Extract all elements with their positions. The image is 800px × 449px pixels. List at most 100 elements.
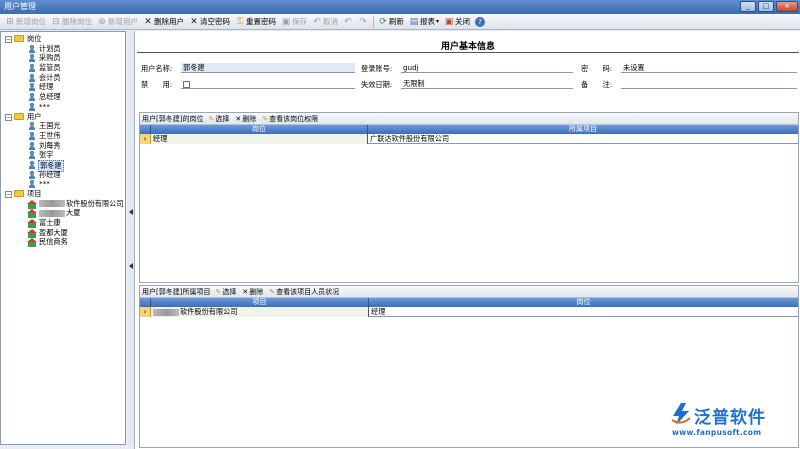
undo-button[interactable]: ↶ [341, 15, 356, 29]
select-post-button[interactable]: ✎ 选择 [205, 114, 232, 124]
person-icon [28, 64, 36, 73]
expiry-date-field[interactable]: 无限制 [401, 79, 573, 89]
person-icon [28, 54, 36, 63]
password-field[interactable]: 未设置 [621, 63, 797, 73]
cancel-button[interactable]: ↶ 取消 [310, 15, 341, 29]
row-indicator: › [140, 134, 151, 144]
delete-post-row-button[interactable]: ✕ 删除 [232, 114, 259, 124]
column-header-project[interactable]: 项目 [151, 298, 369, 307]
tree-node-users[interactable]: − 用户 [1, 112, 125, 122]
row-indicator: › [140, 307, 151, 317]
refresh-button[interactable]: ⟳ 刷新 [376, 15, 407, 29]
tree-node-label: 用户 [27, 111, 42, 121]
cell-project[interactable]: 软件股份有限公司 [151, 307, 369, 317]
table-row[interactable]: › 经理 广联达软件股份有限公司 [140, 134, 798, 144]
tree-node-user[interactable]: 刘每秀 [1, 141, 125, 151]
tree-node-user[interactable]: 王国光 [1, 121, 125, 131]
window-title: 用户管理 [4, 2, 36, 11]
tree-node-project[interactable]: 软件股份有限公司 [1, 199, 125, 209]
tree-node-projects[interactable]: − 项目 [1, 189, 125, 199]
cell-post[interactable]: 经理 [151, 134, 368, 144]
tree-node-user[interactable]: *** [1, 179, 125, 189]
add-post-button[interactable]: ⊞ 新增岗位 [3, 15, 49, 29]
person-icon [28, 122, 36, 131]
tree-node-label: 项目 [27, 189, 42, 198]
delete-post-button[interactable]: ⊟ 删除岗位 [49, 15, 95, 29]
maximize-button[interactable]: □ [758, 1, 774, 12]
login-account-field[interactable]: gudj [401, 63, 573, 73]
posts-grid-caption: 用户[郭冬建]的岗位 [142, 114, 204, 123]
tree-node-user-selected[interactable]: 郭冬建 [1, 159, 125, 172]
tree-node-posts[interactable]: − 岗位 [1, 34, 125, 44]
remark-label: 备 注: [581, 80, 613, 89]
logo-url: www.fanpusoft.com [672, 428, 762, 437]
column-header-project[interactable]: 所属项目 [368, 125, 798, 134]
cell-post[interactable]: 经理 [369, 307, 798, 317]
tree-node-project[interactable]: 富士康 [1, 218, 125, 229]
redacted-text [39, 200, 65, 208]
title-bar: 用户管理 _ □ × [0, 0, 800, 14]
projects-grid-toolbar: 用户[郭冬建]所属项目 ✎ 选择 ✕ 删除 ✎ 查看该项目人员状况 [140, 286, 798, 298]
tree-node-post[interactable]: 采购员 [1, 53, 125, 63]
clear-password-button[interactable]: ✕ 清空密码 [187, 15, 233, 29]
view-project-staff-button[interactable]: ✎ 查看该项目人员状况 [266, 287, 342, 297]
minimize-button[interactable]: _ [740, 1, 756, 12]
tree-node-label: 岗位 [27, 34, 42, 43]
table-row[interactable]: › 软件股份有限公司 经理 [140, 307, 798, 317]
tree-node-post[interactable]: 总经理 [1, 92, 125, 102]
reset-password-button[interactable]: ⚿ 重置密码 [233, 15, 279, 29]
collapse-icon[interactable]: − [5, 113, 12, 121]
select-project-button[interactable]: ✎ 选择 [212, 287, 239, 297]
tree-node-post[interactable]: *** [1, 102, 125, 112]
save-button[interactable]: ▣ 保存 [279, 15, 310, 29]
collapse-icon[interactable]: − [5, 191, 12, 198]
disabled-label: 禁 用: [141, 80, 173, 89]
save-icon: ▣ [281, 16, 291, 27]
projects-grid-header: 项目 岗位 [140, 298, 798, 307]
row-indicator-header [140, 298, 151, 307]
column-header-post[interactable]: 岗位 [369, 298, 798, 307]
delete-post-icon: ⊟ [52, 16, 60, 27]
remark-field[interactable] [621, 79, 797, 89]
brand-logo: 泛普软件 www.fanpusoft.com [668, 402, 796, 442]
tree-node-project[interactable]: 大厦 [1, 208, 125, 219]
person-icon [28, 83, 36, 92]
add-post-icon: ⊞ [6, 16, 14, 27]
view-post-permissions-button[interactable]: ✎ 查看该岗位权限 [259, 114, 321, 124]
delete-icon: ✕ [235, 114, 242, 123]
tree-node-user[interactable]: 孙经理 [1, 170, 125, 180]
cell-project[interactable]: 广联达软件股份有限公司 [368, 134, 798, 144]
redo-icon: ↷ [359, 16, 367, 27]
redo-button[interactable]: ↷ [356, 15, 371, 29]
tree-node-post[interactable]: 会计员 [1, 73, 125, 83]
help-button[interactable]: ? [473, 15, 488, 29]
collapse-left-icon[interactable] [129, 263, 133, 269]
tree-node-post[interactable]: 监管员 [1, 63, 125, 73]
person-icon [28, 44, 36, 53]
tree-node-user[interactable]: 张宇 [1, 150, 125, 160]
person-icon [28, 131, 36, 140]
window-controls: _ □ × [740, 1, 798, 12]
person-icon [28, 151, 36, 160]
close-window-button[interactable]: × [776, 1, 798, 12]
delete-project-row-button[interactable]: ✕ 删除 [239, 287, 266, 297]
org-tree[interactable]: − 岗位 计划员 采购员 监管员 会计员 经理 总经理 *** − 用户 王国光… [0, 31, 126, 445]
building-icon [27, 209, 37, 219]
close-icon: ▣ [444, 16, 454, 27]
tree-node-post[interactable]: 计划员 [1, 44, 125, 54]
tree-node-project[interactable]: 盈都大厦 [1, 228, 125, 238]
tree-node-post[interactable]: 经理 [1, 82, 125, 92]
posts-grid-toolbar: 用户[郭冬建]的岗位 ✎ 选择 ✕ 删除 ✎ 查看该岗位权限 [140, 113, 798, 125]
tree-node-project[interactable]: 民信商务 [1, 237, 125, 248]
add-user-button[interactable]: ⊕ 新增用户 [95, 15, 141, 29]
report-button[interactable]: ▤ 报表 ▾ [407, 15, 442, 29]
close-button[interactable]: ▣ 关闭 [442, 15, 473, 29]
divider [137, 52, 799, 53]
collapse-icon[interactable]: − [5, 36, 12, 43]
column-header-post[interactable]: 岗位 [151, 125, 368, 134]
main-panel: 用户基本信息 用户名称: 郭冬建 登录账号: gudj 密 码: 未设置 禁 用… [134, 31, 800, 449]
tree-node-user[interactable]: 王世伟 [1, 131, 125, 141]
user-name-field[interactable]: 郭冬建 [181, 63, 355, 73]
collapse-left-icon[interactable] [129, 209, 133, 215]
delete-user-button[interactable]: ✕ 删除用户 [141, 15, 187, 29]
